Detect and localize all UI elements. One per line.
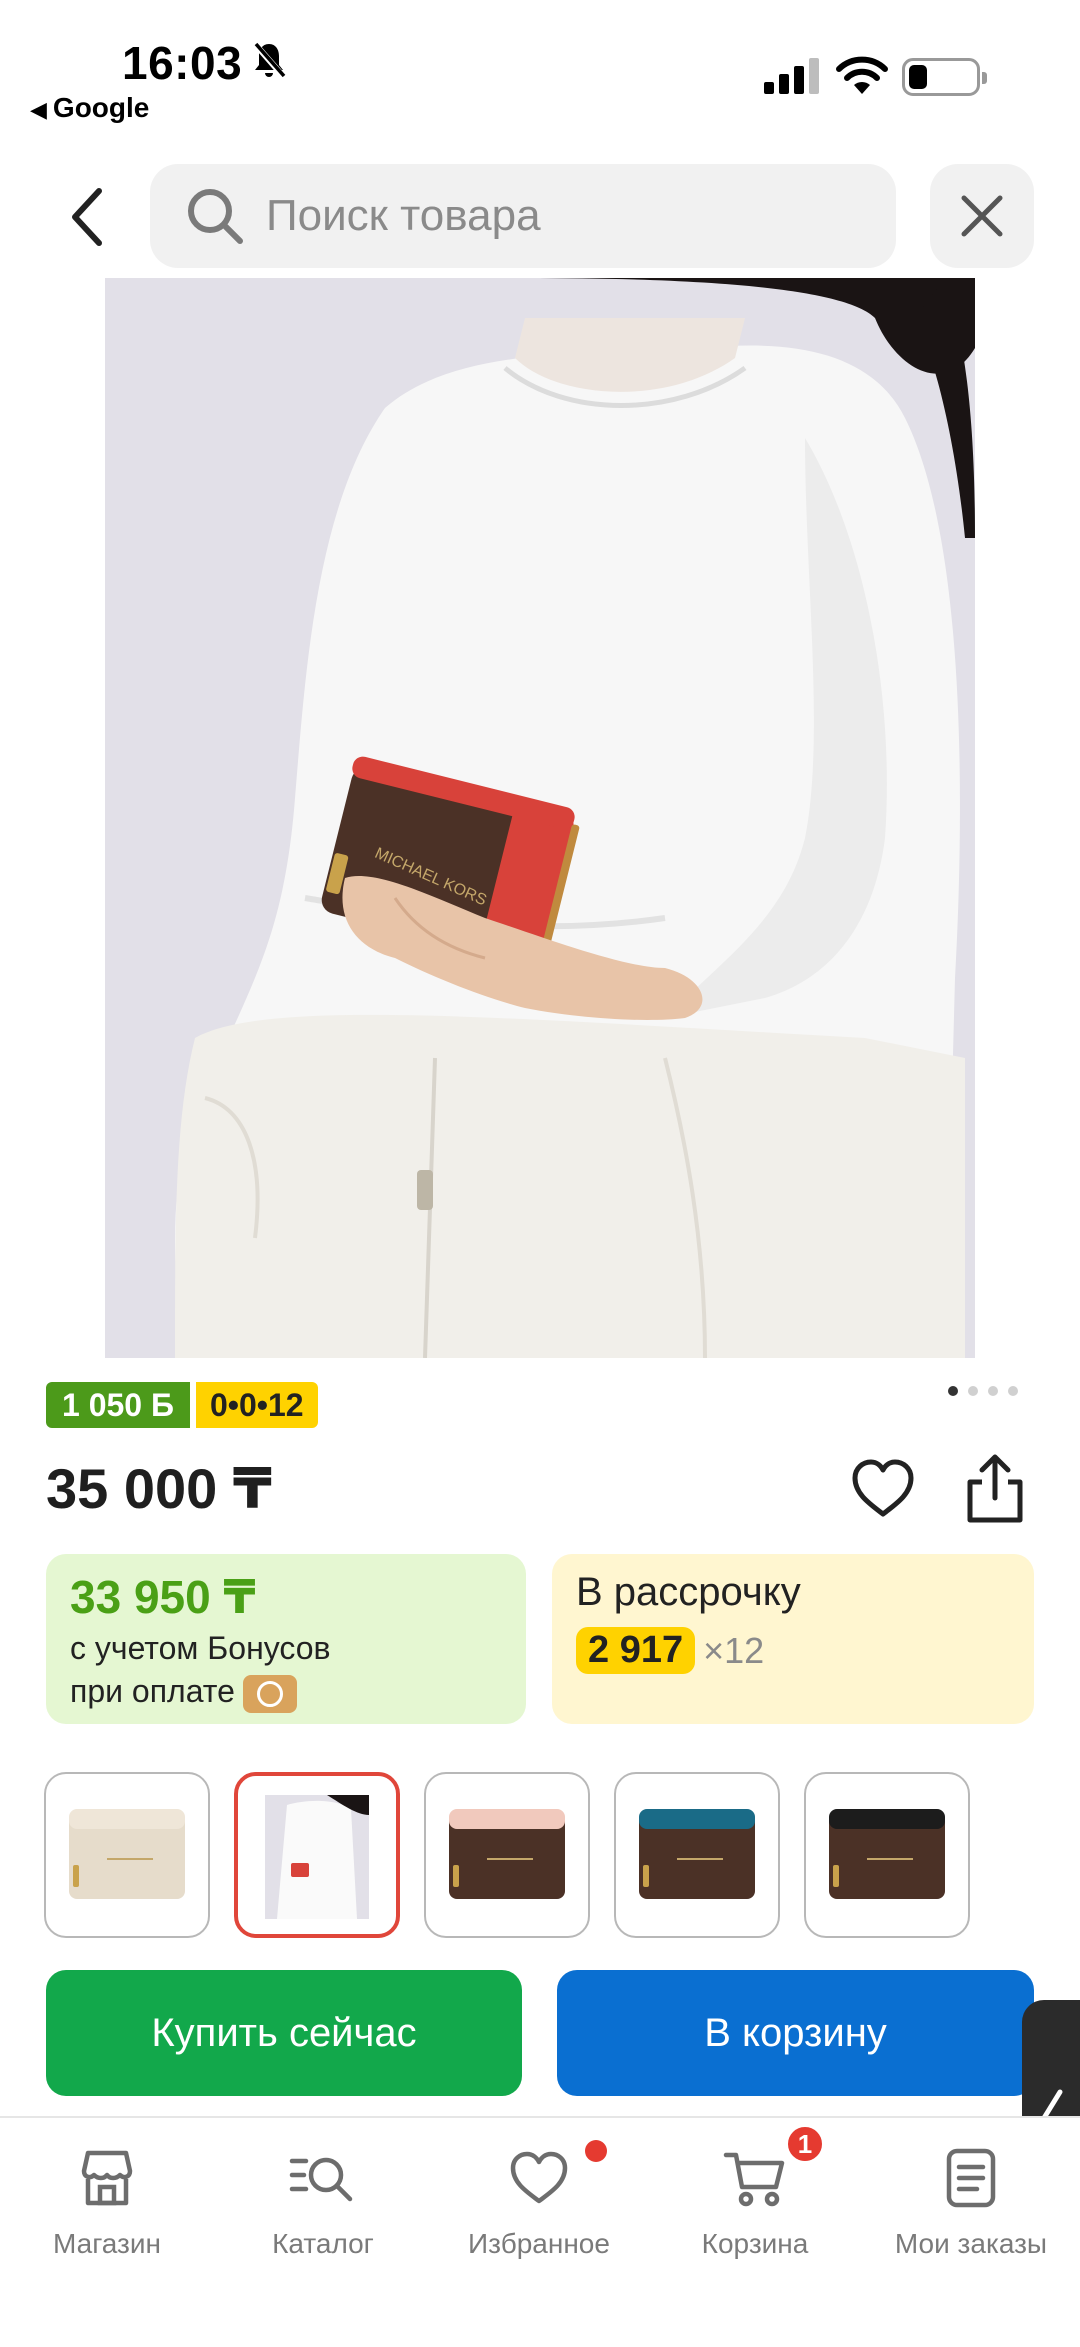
model-with-wallet-image: MICHAEL KORS: [105, 278, 975, 1358]
cart-icon: [723, 2152, 785, 2207]
add-to-favorites-button[interactable]: [850, 1456, 920, 1526]
catalog-icon: [289, 2157, 353, 2202]
share-button[interactable]: [962, 1452, 1032, 1526]
nav-label-catalog: Каталог: [272, 2228, 374, 2259]
search-bar[interactable]: [150, 164, 896, 268]
heart-icon: [852, 1459, 914, 1517]
status-time: 16:03: [122, 37, 243, 89]
gallery-dot: [968, 1386, 978, 1396]
back-button[interactable]: [52, 182, 122, 252]
nav-item-orders[interactable]: Мои заказы: [871, 2138, 1071, 2260]
cart-count-badge: 1: [785, 2124, 825, 2164]
bonus-badge: 1 050 Б: [46, 1382, 190, 1428]
variant-thumbnail[interactable]: [234, 1772, 400, 1938]
bottom-navigation: Магазин Каталог Избранное 1 Корзина Мои …: [0, 2116, 1080, 2347]
kaspi-pay-icon: [242, 1674, 297, 1713]
add-to-cart-button[interactable]: В корзину: [557, 1970, 1034, 2096]
gallery-dot: [1008, 1386, 1018, 1396]
nav-label-favorites: Избранное: [468, 2228, 610, 2259]
installment-title: В рассрочку: [576, 1570, 801, 1614]
favorites-notification-dot: [585, 2140, 607, 2162]
bonus-price-card[interactable]: 33 950 ₸ с учетом Бонусов при оплате: [46, 1554, 526, 1724]
search-input[interactable]: [266, 191, 866, 241]
installment-badge: 0•0•12: [195, 1382, 318, 1428]
variant-thumbnail[interactable]: [44, 1772, 210, 1938]
installment-months: ×12: [703, 1629, 765, 1671]
bonus-note-line1: с учетом Бонусов: [70, 1630, 331, 1666]
orders-icon: [946, 2148, 996, 2208]
status-bar: 16:03 ◀ Google: [0, 0, 1080, 150]
back-app-label: Google: [52, 92, 150, 123]
gallery-dot: [988, 1386, 998, 1396]
nav-item-shop[interactable]: Магазин: [7, 2138, 207, 2260]
back-to-app-link[interactable]: ◀ Google: [30, 92, 149, 124]
black-brown-wallet-image: [829, 1809, 945, 1899]
chevron-left-icon: [72, 188, 102, 246]
close-icon: [961, 195, 1003, 237]
share-icon: [967, 1454, 1023, 1523]
teal-brown-wallet-image: [639, 1809, 755, 1899]
search-header: [0, 160, 1080, 270]
cellular-signal-icon: [764, 58, 819, 94]
wifi-icon: [836, 56, 888, 94]
silent-bell-icon: [252, 42, 286, 78]
bonus-price: 33 950 ₸: [70, 1571, 256, 1623]
nav-item-favorites[interactable]: Избранное: [439, 2138, 639, 2260]
variant-thumbnails: [44, 1772, 970, 1938]
nav-item-cart[interactable]: 1 Корзина: [655, 2124, 855, 2260]
promo-badges: 1 050 Б 0•0•12: [46, 1382, 318, 1428]
gallery-dot: [948, 1386, 958, 1396]
installment-monthly: 2 917: [576, 1627, 696, 1674]
heart-icon: [510, 2151, 568, 2204]
variant-thumbnail[interactable]: [614, 1772, 780, 1938]
product-price: 35 000 ₸: [46, 1457, 272, 1520]
shop-icon: [81, 2150, 133, 2206]
nav-item-catalog[interactable]: Каталог: [223, 2138, 423, 2260]
model-photo-image: [265, 1795, 369, 1919]
nav-label-cart: Корзина: [701, 2228, 809, 2259]
installment-card[interactable]: В рассрочку 2 917 ×12: [552, 1554, 1034, 1724]
buy-now-button[interactable]: Купить сейчас: [46, 1970, 522, 2096]
beige-wallet-image: [69, 1809, 185, 1899]
nav-label-orders: Мои заказы: [894, 2228, 1048, 2259]
clear-search-button[interactable]: [930, 164, 1034, 268]
product-main-image[interactable]: MICHAEL KORS: [105, 278, 975, 1358]
variant-thumbnail[interactable]: [424, 1772, 590, 1938]
search-icon: [188, 189, 243, 244]
gallery-pagination: [948, 1386, 1018, 1396]
battery-icon: [902, 58, 987, 96]
variant-thumbnail[interactable]: [804, 1772, 970, 1938]
nav-label-shop: Магазин: [52, 2228, 161, 2259]
pink-brown-wallet-image: [449, 1809, 565, 1899]
bonus-note-line2: при оплате: [70, 1673, 235, 1709]
